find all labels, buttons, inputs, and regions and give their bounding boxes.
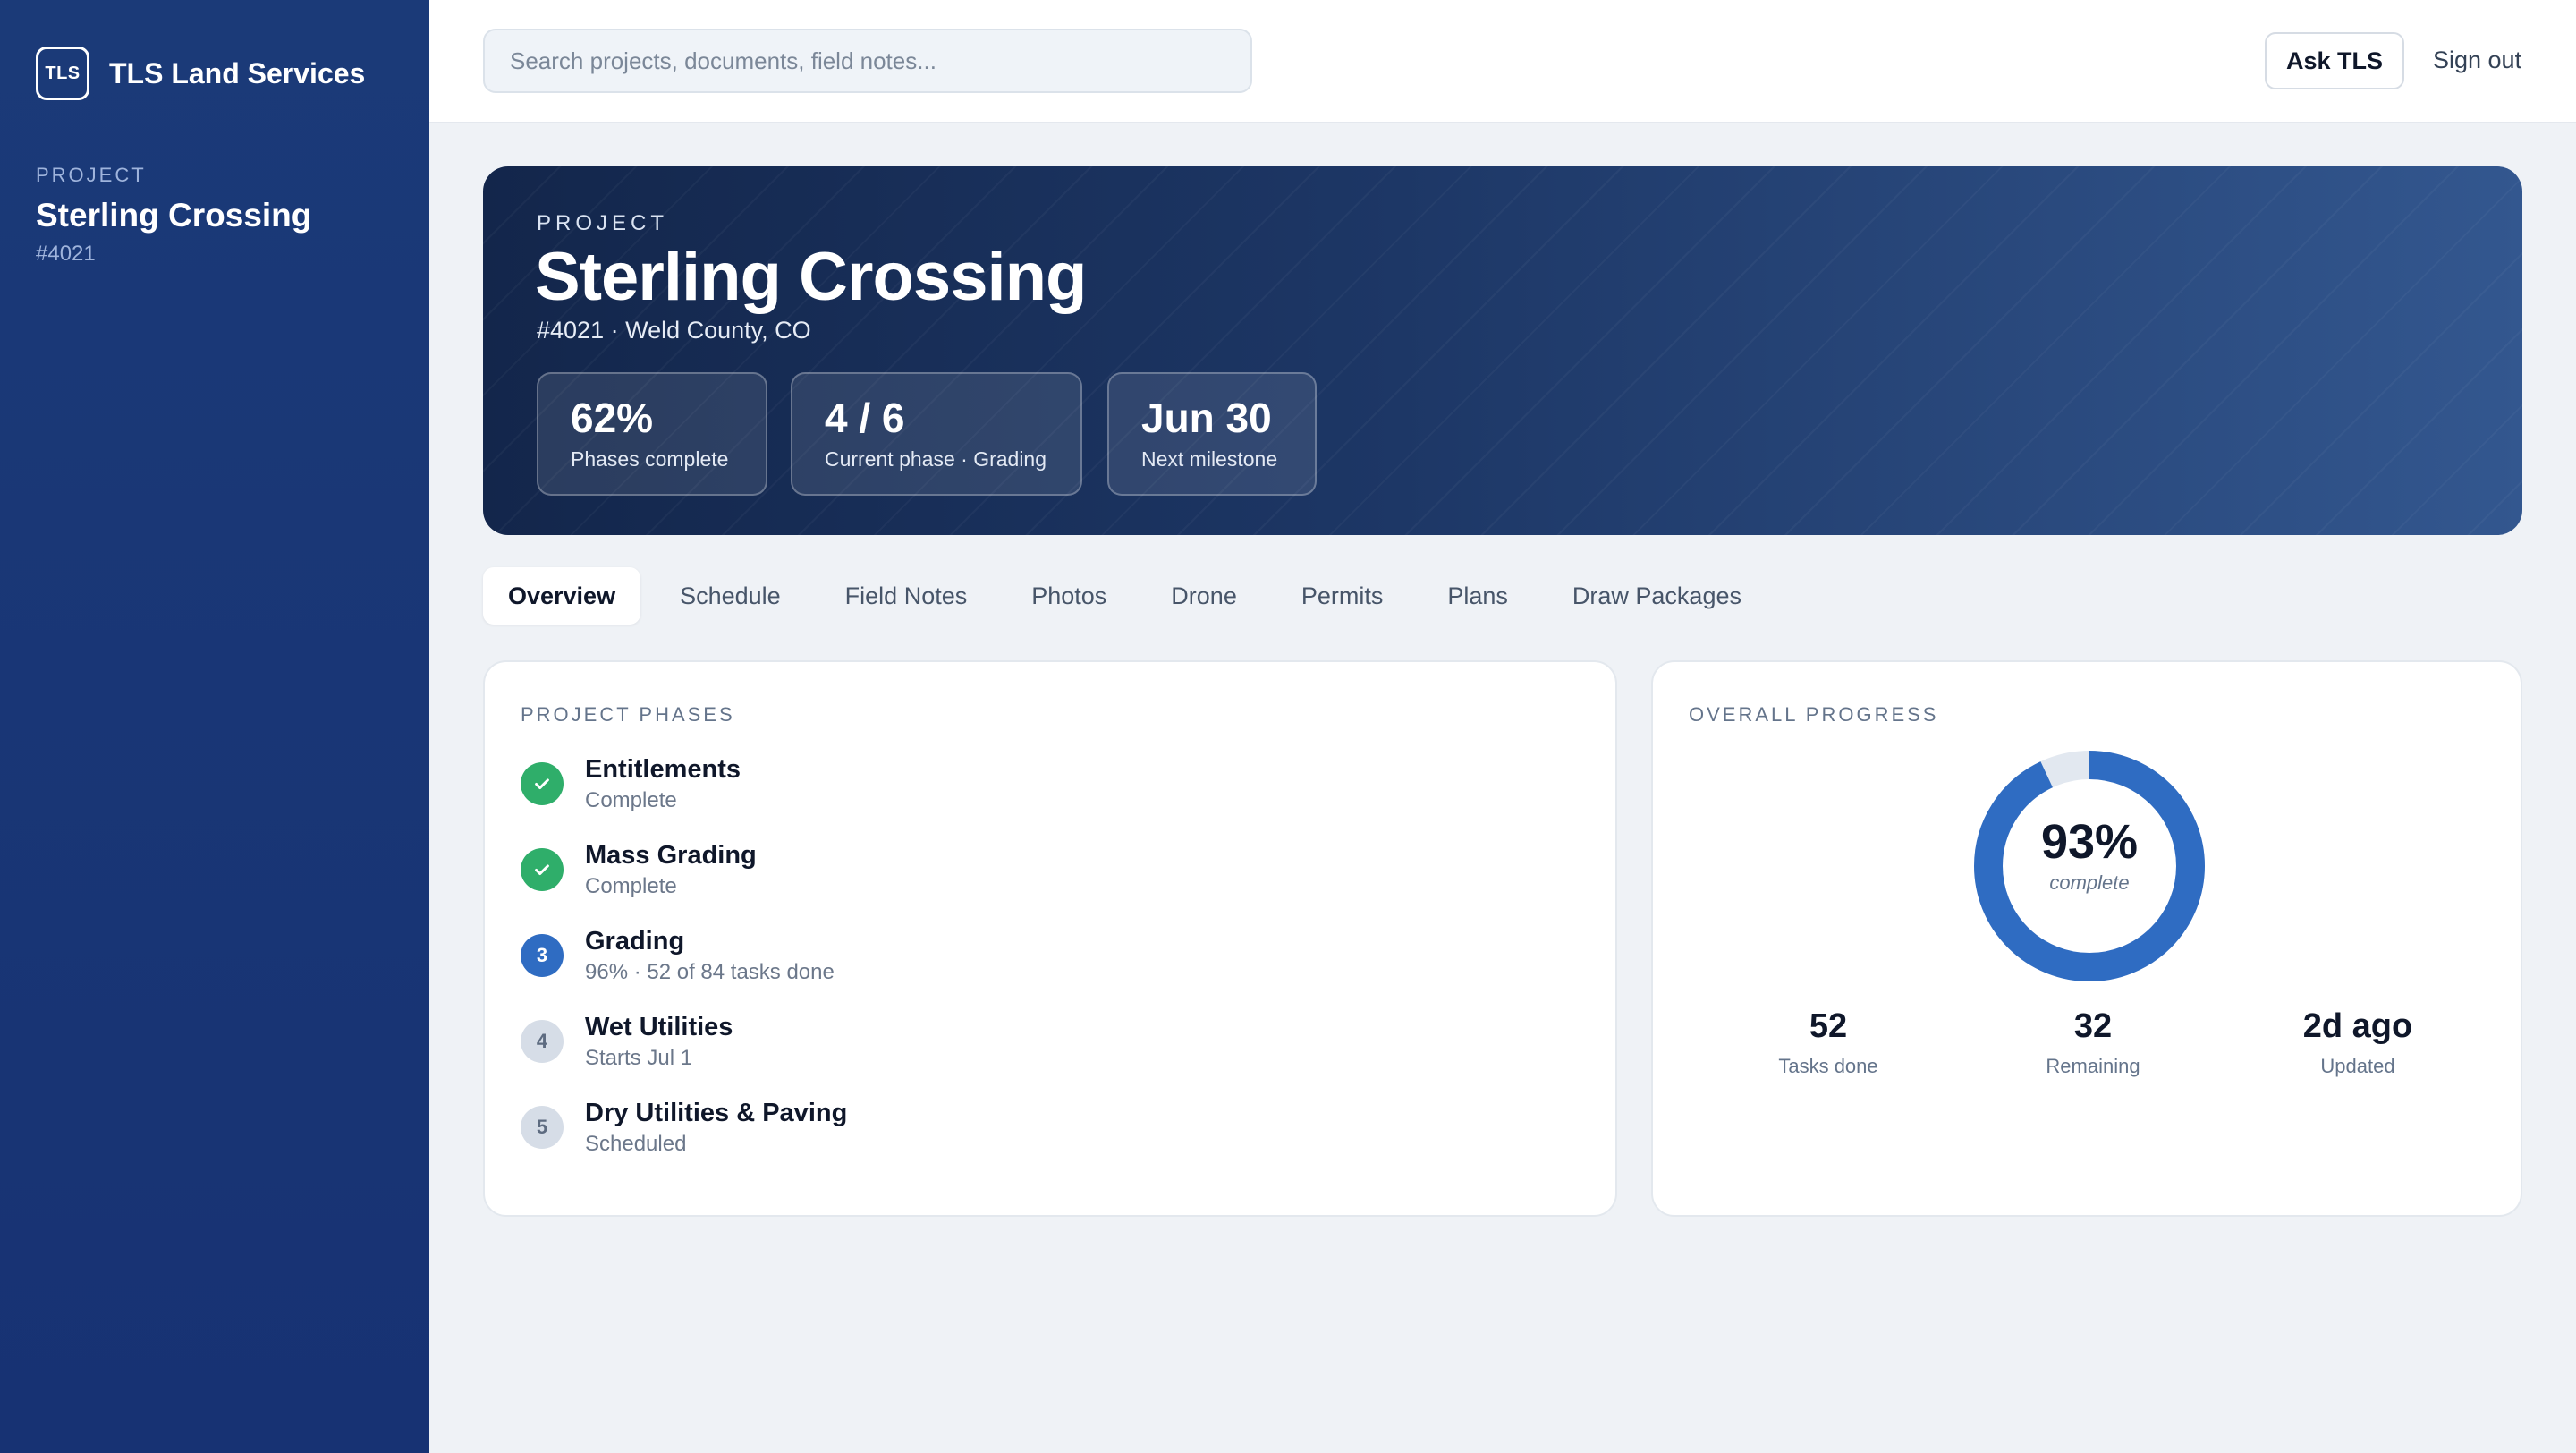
project-tabs: Overview Schedule Field Notes Photos Dro… xyxy=(483,567,1781,625)
metric-label: Updated xyxy=(2320,1055,2395,1077)
stat-label: Phases complete xyxy=(571,447,729,471)
metric-label: Remaining xyxy=(2046,1055,2140,1077)
card-title: PROJECT PHASES xyxy=(521,703,735,726)
phase-name: Dry Utilities & Paving xyxy=(585,1099,848,1127)
metric-value: 32 xyxy=(2073,1007,2113,1045)
metric-value: 52 xyxy=(1809,1007,1848,1045)
phase-status: Complete xyxy=(585,874,677,898)
hero-label: PROJECT xyxy=(537,211,669,235)
check-icon xyxy=(521,848,564,891)
stat-label: Next milestone xyxy=(1141,447,1278,471)
metric-updated: 2d ago Updated xyxy=(2250,1007,2465,1078)
tab-field-notes[interactable]: Field Notes xyxy=(820,567,993,625)
metric-tasks-done: 52 Tasks done xyxy=(1721,1007,1936,1078)
sign-out-link[interactable]: Sign out xyxy=(2433,47,2521,74)
phase-number-badge: 5 xyxy=(521,1106,564,1149)
project-hero: PROJECT Sterling Crossing #4021 · Weld C… xyxy=(483,166,2522,535)
phase-status: Starts Jul 1 xyxy=(585,1046,693,1070)
phase-item[interactable]: 4 Wet Utilities Starts Jul 1 xyxy=(521,1013,733,1071)
metric-label: Tasks done xyxy=(1778,1055,1878,1077)
phase-number-badge: 4 xyxy=(521,1020,564,1063)
tls-logo-icon: TLS xyxy=(36,47,89,100)
progress-percent: 93% xyxy=(2040,815,2139,869)
phase-status: Complete xyxy=(585,788,677,812)
sidebar-project-number: #4021 xyxy=(36,242,96,266)
metric-remaining: 32 Remaining xyxy=(1986,1007,2200,1078)
tab-plans[interactable]: Plans xyxy=(1422,567,1533,625)
tab-schedule[interactable]: Schedule xyxy=(655,567,806,625)
card-title: OVERALL PROGRESS xyxy=(1689,703,1939,726)
tab-drone[interactable]: Drone xyxy=(1146,567,1262,625)
sidebar-section-label: PROJECT xyxy=(36,164,147,186)
metric-value: 2d ago xyxy=(2302,1007,2413,1045)
phase-item[interactable]: 3 Grading 96% · 52 of 84 tasks done xyxy=(521,927,835,985)
overall-progress-card: OVERALL PROGRESS 93% complete 52 Tasks d… xyxy=(1651,660,2522,1217)
phase-status: 96% · 52 of 84 tasks done xyxy=(585,960,835,984)
ask-tls-button[interactable]: Ask TLS xyxy=(2265,32,2404,89)
stat-next-milestone: Jun 30 Next milestone xyxy=(1107,372,1317,496)
phase-name: Wet Utilities xyxy=(585,1013,733,1041)
phase-name: Mass Grading xyxy=(585,841,757,870)
sidebar: TLS TLS Land Services PROJECT Sterling C… xyxy=(0,0,429,1453)
tab-overview[interactable]: Overview xyxy=(483,567,641,625)
phase-name: Grading xyxy=(585,927,685,956)
brand[interactable]: TLS TLS Land Services xyxy=(36,47,365,100)
tab-permits[interactable]: Permits xyxy=(1276,567,1409,625)
phase-item[interactable]: Mass Grading Complete xyxy=(521,841,757,899)
search-input[interactable] xyxy=(483,29,1252,93)
stat-phases-complete: 62% Phases complete xyxy=(537,372,767,496)
phase-status: Scheduled xyxy=(585,1132,687,1156)
hero-subtitle: #4021 · Weld County, CO xyxy=(537,317,811,344)
tab-draw-packages[interactable]: Draw Packages xyxy=(1547,567,1767,625)
stat-current-phase: 4 / 6 Current phase · Grading xyxy=(791,372,1082,496)
page-title: Sterling Crossing xyxy=(535,239,1087,315)
stat-value: Jun 30 xyxy=(1141,395,1272,441)
tab-photos[interactable]: Photos xyxy=(1006,567,1131,625)
stat-label: Current phase · Grading xyxy=(825,447,1047,471)
brand-name: TLS Land Services xyxy=(109,56,366,89)
phase-item[interactable]: Entitlements Complete xyxy=(521,755,741,813)
check-icon xyxy=(521,762,564,805)
donut-center: 93% complete xyxy=(1971,814,2207,895)
stat-value: 4 / 6 xyxy=(825,395,905,441)
stat-value: 62% xyxy=(571,395,654,441)
sidebar-project-name[interactable]: Sterling Crossing xyxy=(36,197,311,234)
phase-number-badge: 3 xyxy=(521,934,564,977)
phase-item[interactable]: 5 Dry Utilities & Paving Scheduled xyxy=(521,1099,847,1157)
phase-name: Entitlements xyxy=(585,755,741,784)
progress-sub: complete xyxy=(2049,871,2130,894)
topbar: Ask TLS Sign out xyxy=(429,0,2576,123)
project-phases-card: PROJECT PHASES Entitlements Complete Mas… xyxy=(483,660,1617,1217)
